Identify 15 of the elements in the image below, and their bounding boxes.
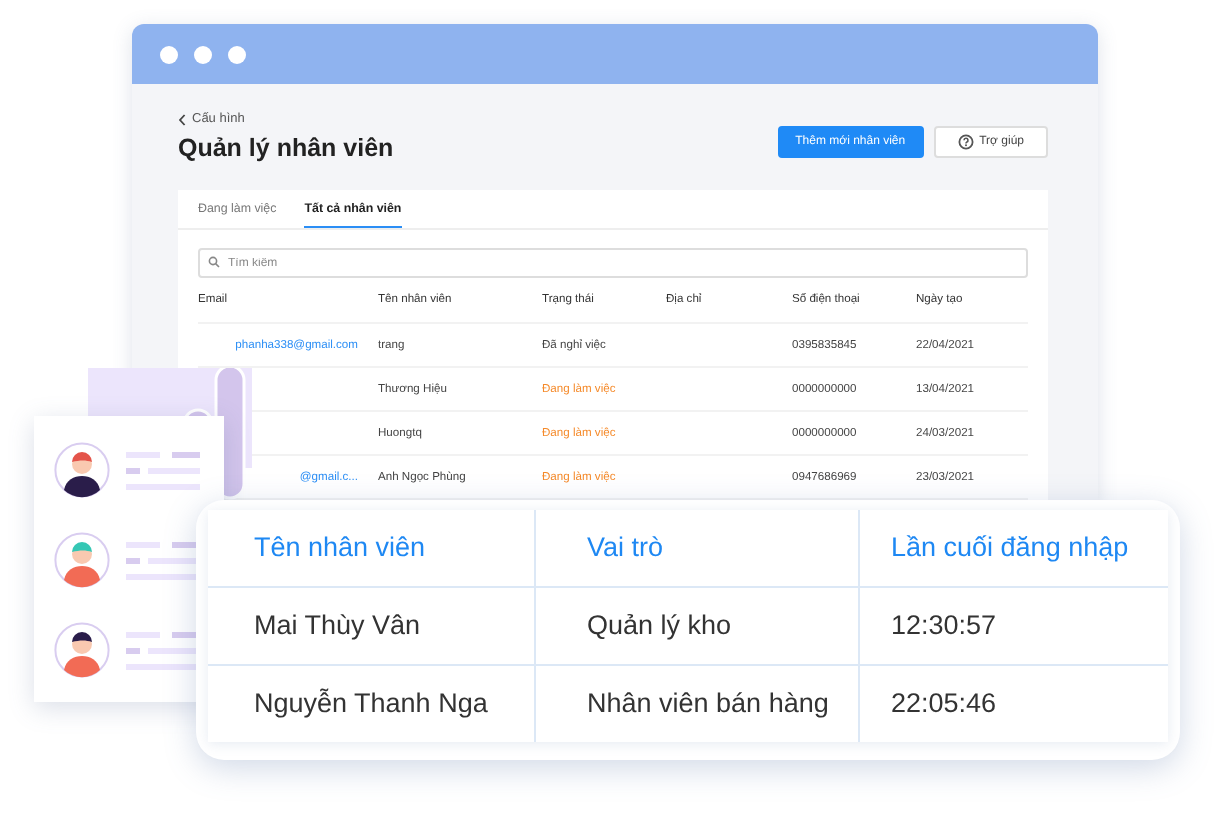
avatar-icon	[54, 531, 110, 587]
avatar-icon	[54, 441, 110, 497]
table-cell: Mai Thùy Vân	[208, 586, 534, 664]
table-cell: Nguyễn Thanh Nga	[208, 664, 534, 742]
table-cell: Quản lý kho	[534, 586, 858, 664]
table-cell: 22:05:46	[858, 664, 1168, 742]
table-cell: 12:30:57	[858, 586, 1168, 664]
avatar-icon	[54, 621, 110, 677]
column-header: Tên nhân viên	[208, 510, 534, 586]
chevron-left-icon	[178, 113, 186, 125]
help-icon	[957, 134, 974, 150]
column-header: Lần cuối đăng nhập	[858, 510, 1168, 586]
page-title: Quản lý nhân viên	[178, 134, 394, 162]
table-cell: Nhân viên bán hàng	[534, 664, 858, 742]
column-header: Vai trò	[534, 510, 858, 586]
